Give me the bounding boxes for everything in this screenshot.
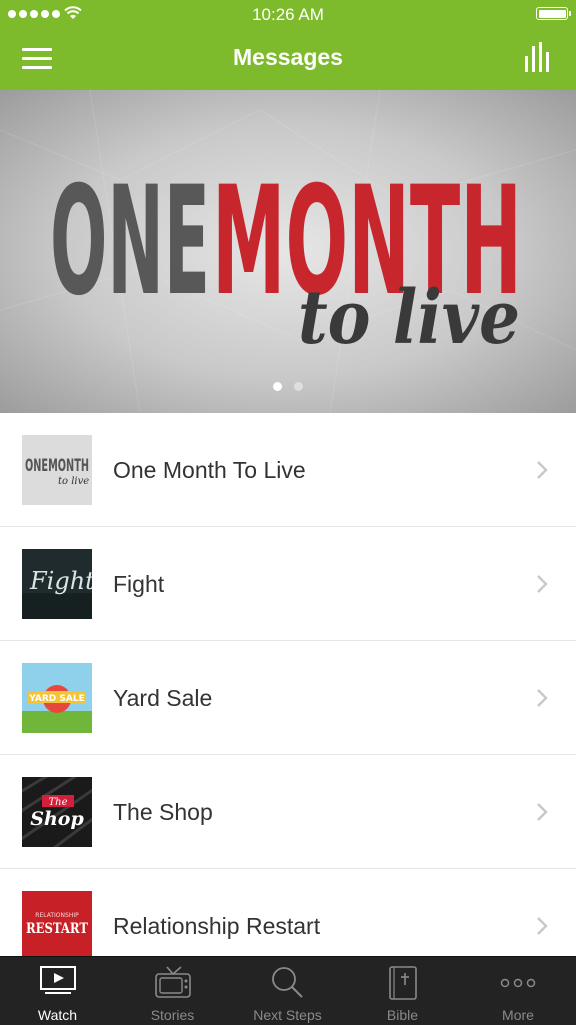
thumb-subtext: Shop (30, 808, 84, 830)
list-item[interactable]: The Shop The Shop (0, 755, 576, 869)
carousel-dot[interactable] (294, 382, 303, 391)
tab-bible[interactable]: Bible (345, 957, 460, 1025)
bible-icon (388, 966, 417, 1000)
tab-label: Stories (150, 1007, 195, 1023)
chevron-right-icon (537, 461, 548, 479)
item-label: Fight (113, 571, 165, 597)
search-icon (271, 967, 303, 998)
tv-icon (154, 966, 191, 998)
series-thumbnail: ONEMONTH to live (22, 435, 92, 505)
hero-title-one: ONE (50, 155, 210, 329)
tab-label: Bible (386, 1007, 419, 1023)
carousel-pager (0, 382, 576, 391)
status-bar: 10:26 AM (0, 0, 576, 30)
tab-stories[interactable]: Stories (115, 957, 230, 1025)
thumb-text: ONEMONTH (25, 456, 89, 476)
tab-next-steps[interactable]: Next Steps (230, 957, 345, 1025)
thumb-text: Fight (29, 567, 92, 595)
item-label: Yard Sale (113, 685, 213, 711)
bar-chart-icon[interactable] (524, 42, 552, 72)
item-label: Relationship Restart (113, 913, 321, 939)
tab-label: Watch (37, 1007, 78, 1023)
tab-bar: Watch Stories Next Steps Bible More (0, 956, 576, 1025)
nav-bar: Messages (0, 30, 576, 90)
thumb-text: YARD SALE (28, 694, 85, 704)
tab-label: Next Steps (253, 1007, 322, 1023)
list-item[interactable]: Fight Fight (0, 527, 576, 641)
tab-label: More (502, 1007, 534, 1023)
list-item[interactable]: RELATIONSHIP RESTART Relationship Restar… (0, 869, 576, 956)
item-label: One Month To Live (113, 457, 306, 483)
more-dots-icon (500, 978, 536, 988)
tab-watch[interactable]: Watch (0, 957, 115, 1025)
chevron-right-icon (537, 575, 548, 593)
hero-artwork: ONE MONTH to live (0, 90, 576, 413)
chevron-right-icon (537, 689, 548, 707)
thumb-subtext: RESTART (26, 921, 88, 937)
series-thumbnail: RELATIONSHIP RESTART (22, 891, 92, 956)
thumb-subtext: to live (58, 476, 89, 487)
hero-title-to-live: to live (298, 275, 520, 361)
header: 10:26 AM Messages (0, 0, 576, 90)
list-item[interactable]: ONEMONTH to live One Month To Live (0, 413, 576, 527)
thumb-text: RELATIONSHIP (35, 912, 79, 919)
series-thumbnail: The Shop (22, 777, 92, 847)
hero-banner[interactable]: ONE MONTH to live (0, 90, 576, 413)
status-time: 10:26 AM (252, 5, 324, 24)
thumb-text: The (48, 797, 67, 808)
page-title: Messages (233, 44, 343, 70)
carousel-dot[interactable] (273, 382, 282, 391)
series-thumbnail: Fight (22, 549, 92, 619)
battery-icon (536, 7, 571, 20)
item-label: The Shop (113, 799, 213, 825)
tab-more[interactable]: More (460, 957, 576, 1025)
series-thumbnail: YARD SALE (22, 663, 92, 733)
list-item[interactable]: YARD SALE Yard Sale (0, 641, 576, 755)
play-screen-icon (39, 966, 76, 994)
chevron-right-icon (537, 803, 548, 821)
chevron-right-icon (537, 917, 548, 935)
message-list: ONEMONTH to live One Month To Live Fight… (0, 413, 576, 956)
